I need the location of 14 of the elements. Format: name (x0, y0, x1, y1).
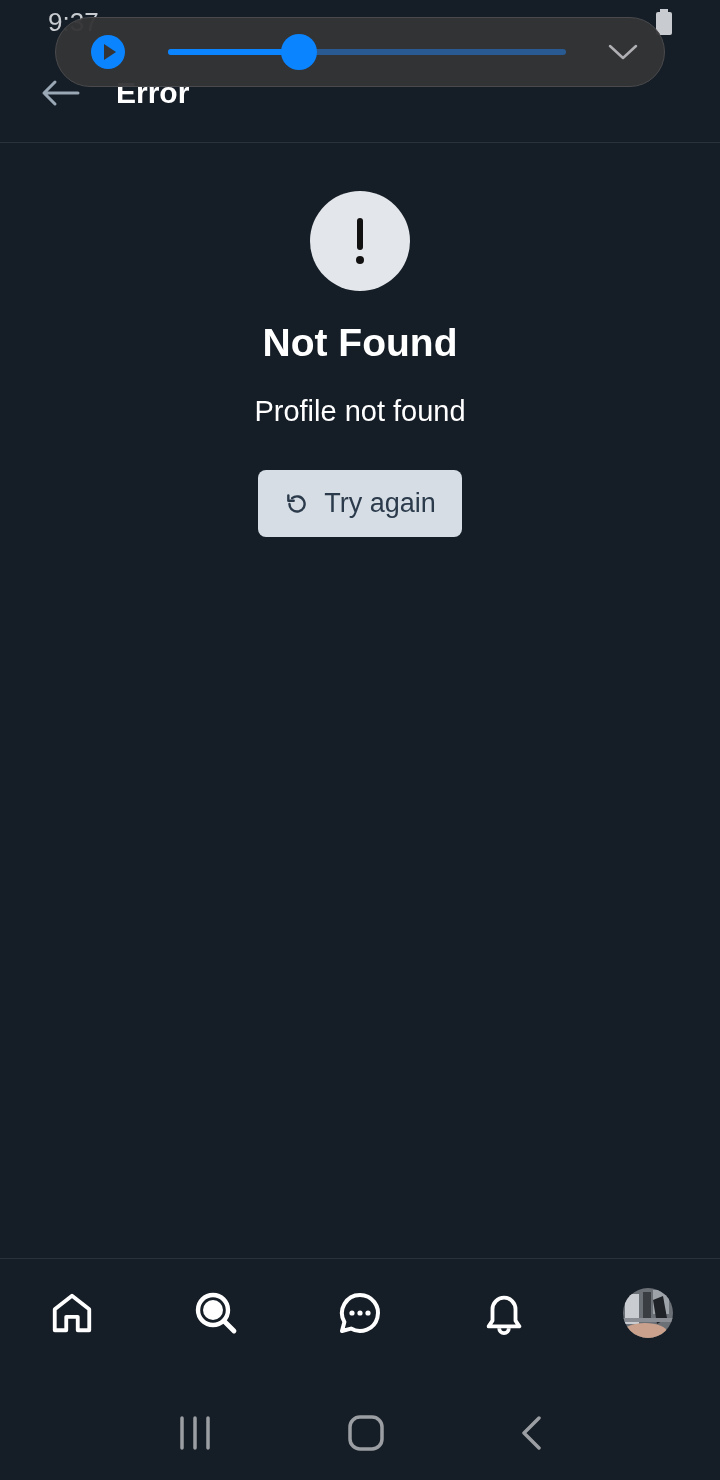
home-button[interactable] (348, 1414, 384, 1451)
try-again-button[interactable]: Try again (258, 470, 462, 537)
error-title: Not Found (262, 321, 458, 365)
slider-thumb[interactable] (281, 34, 318, 70)
page-title: Error (116, 76, 190, 110)
battery-icon (656, 9, 672, 35)
collapse-button[interactable] (608, 43, 638, 61)
back-nav-button[interactable] (520, 1415, 542, 1450)
recent-apps-button[interactable] (178, 1415, 212, 1450)
status-time: 9:37 (48, 6, 99, 38)
progress-slider[interactable] (168, 34, 566, 70)
play-button[interactable] (90, 34, 126, 70)
back-button[interactable] (40, 79, 80, 107)
error-message: Profile not found (254, 395, 466, 428)
